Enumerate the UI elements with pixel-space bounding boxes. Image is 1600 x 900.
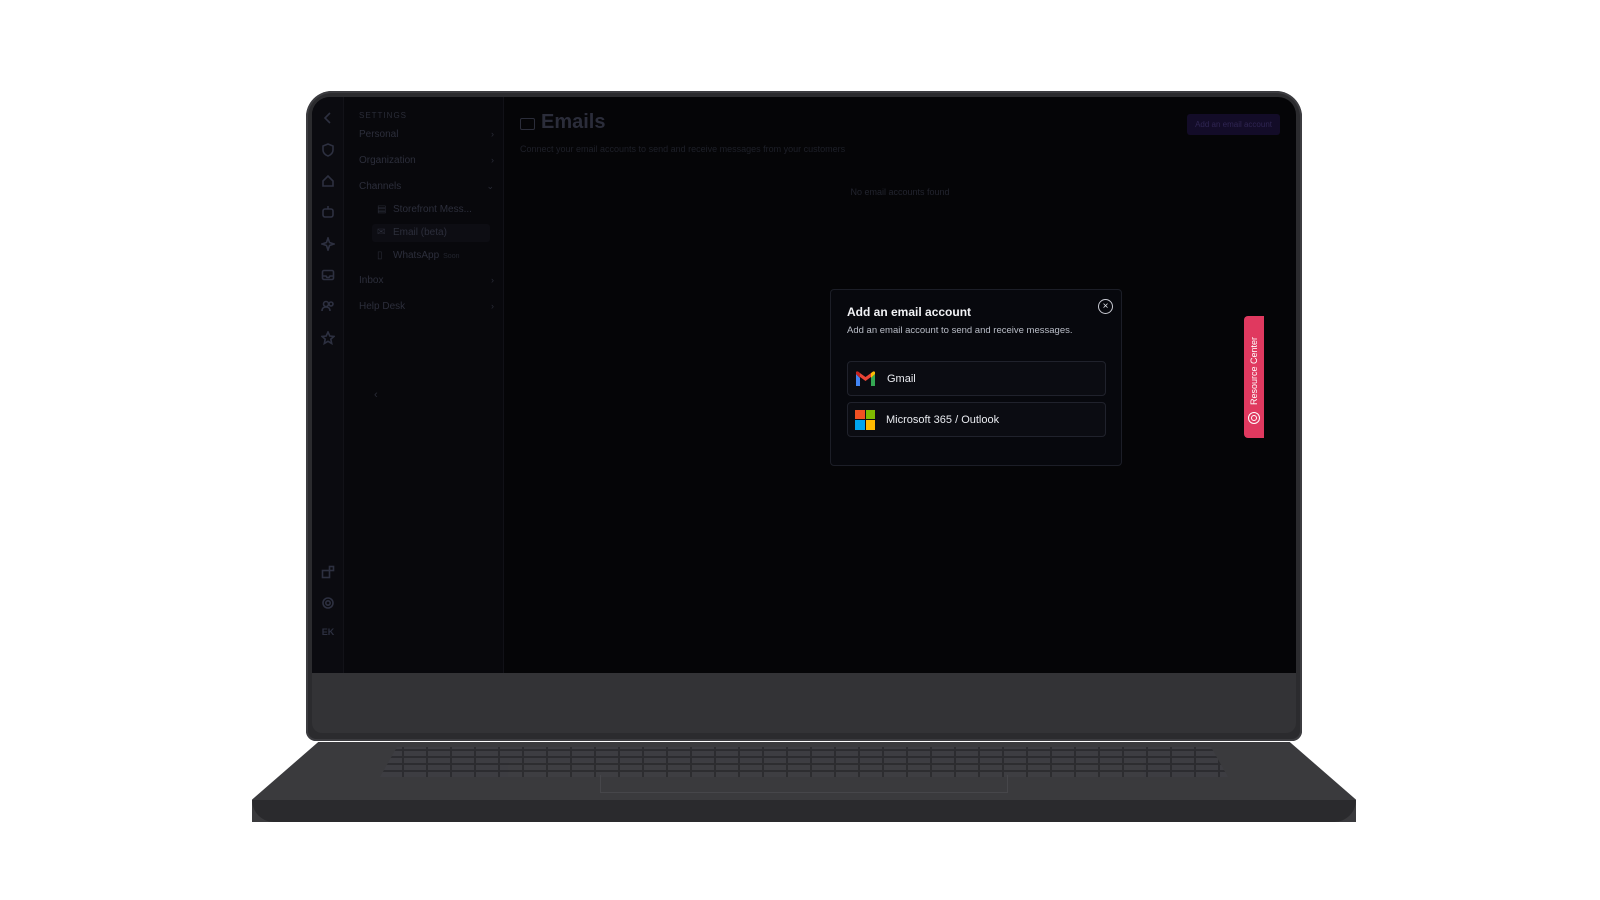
nav-item-label: Organization: [359, 155, 416, 166]
nav-item-personal[interactable]: Personal ›: [359, 129, 494, 140]
settings-heading: SETTINGS: [359, 111, 408, 120]
avatar[interactable]: EK: [318, 627, 338, 637]
resource-center-label: Resource Center: [1249, 336, 1259, 406]
provider-label: Gmail: [887, 372, 916, 385]
main-content: Emails Connect your email accounts to se…: [504, 97, 1296, 673]
inbox-icon[interactable]: [321, 268, 335, 282]
nav-sub-label: WhatsApp: [393, 250, 440, 261]
chevron-right-icon: ›: [491, 155, 494, 165]
provider-label: Microsoft 365 / Outlook: [886, 413, 1000, 426]
chevron-right-icon: ›: [491, 275, 494, 285]
nav-sub-label: Email (beta): [393, 227, 447, 238]
nav-item-help-desk[interactable]: Help Desk ›: [359, 301, 494, 312]
star-icon[interactable]: [320, 330, 336, 346]
users-icon[interactable]: [321, 299, 335, 313]
modal-description: Add an email account to send and receive…: [847, 325, 1073, 336]
gmail-button[interactable]: Gmail: [847, 361, 1106, 396]
nav-sub-label: Storefront Mess...: [393, 204, 472, 215]
empty-state-message: No email accounts found: [850, 187, 950, 197]
nav-item-label: Channels: [359, 181, 402, 192]
add-email-account-button[interactable]: Add an email account: [1187, 114, 1280, 135]
laptop-keyboard: [380, 747, 1228, 777]
home-icon[interactable]: [321, 174, 335, 188]
page-subtitle: Connect your email accounts to send and …: [520, 144, 846, 154]
lifebuoy-icon: [1248, 412, 1260, 424]
nav-sub-whatsapp: ▯ WhatsApp Soon: [377, 250, 460, 261]
nav-item-label: Personal: [359, 129, 399, 140]
nav-item-organization[interactable]: Organization ›: [359, 155, 494, 166]
icon-rail: EK: [312, 97, 344, 673]
nav-item-label: Inbox: [359, 275, 384, 286]
close-icon[interactable]: ×: [1098, 299, 1113, 314]
mail-icon: [520, 118, 535, 130]
laptop-screen: EK SETTINGS Personal › Organization › Ch…: [312, 97, 1296, 673]
phone-icon: ▯: [377, 250, 383, 261]
modal-title: Add an email account: [847, 305, 972, 319]
page-title: Emails: [541, 111, 606, 133]
nav-item-label: Help Desk: [359, 301, 406, 312]
gmail-icon: [856, 370, 875, 386]
microsoft-icon: [855, 409, 875, 430]
nav-item-inbox[interactable]: Inbox ›: [359, 275, 494, 286]
soon-badge: Soon: [443, 253, 460, 260]
nav-sub-storefront[interactable]: ▤ Storefront Mess...: [377, 204, 472, 215]
integrations-icon[interactable]: [321, 565, 335, 579]
laptop-base-front: [252, 800, 1356, 822]
chevron-down-icon: ⌄: [486, 181, 494, 191]
settings-nav: SETTINGS Personal › Organization › Chann…: [344, 97, 504, 673]
chevron-right-icon: ›: [491, 129, 494, 139]
bot-icon[interactable]: [321, 205, 335, 219]
nav-sub-email[interactable]: ✉ Email (beta): [377, 227, 447, 238]
gear-icon[interactable]: [321, 596, 335, 610]
chevron-right-icon: ›: [491, 301, 494, 311]
back-arrow-icon[interactable]: [321, 111, 335, 125]
microsoft-button[interactable]: Microsoft 365 / Outlook: [847, 402, 1106, 437]
laptop-chin: [312, 673, 1296, 733]
add-email-account-modal: Add an email account Add an email accoun…: [830, 289, 1122, 466]
store-icon: ▤: [377, 204, 387, 215]
collapse-sidebar-icon[interactable]: ‹: [374, 389, 378, 401]
shield-icon[interactable]: [321, 143, 335, 157]
resource-center-tab[interactable]: Resource Center: [1244, 316, 1264, 438]
sparkle-icon[interactable]: [319, 235, 337, 253]
laptop-trackpad: [600, 775, 1008, 793]
mail-icon: ✉: [377, 227, 386, 238]
nav-item-channels[interactable]: Channels ⌄: [359, 181, 494, 192]
